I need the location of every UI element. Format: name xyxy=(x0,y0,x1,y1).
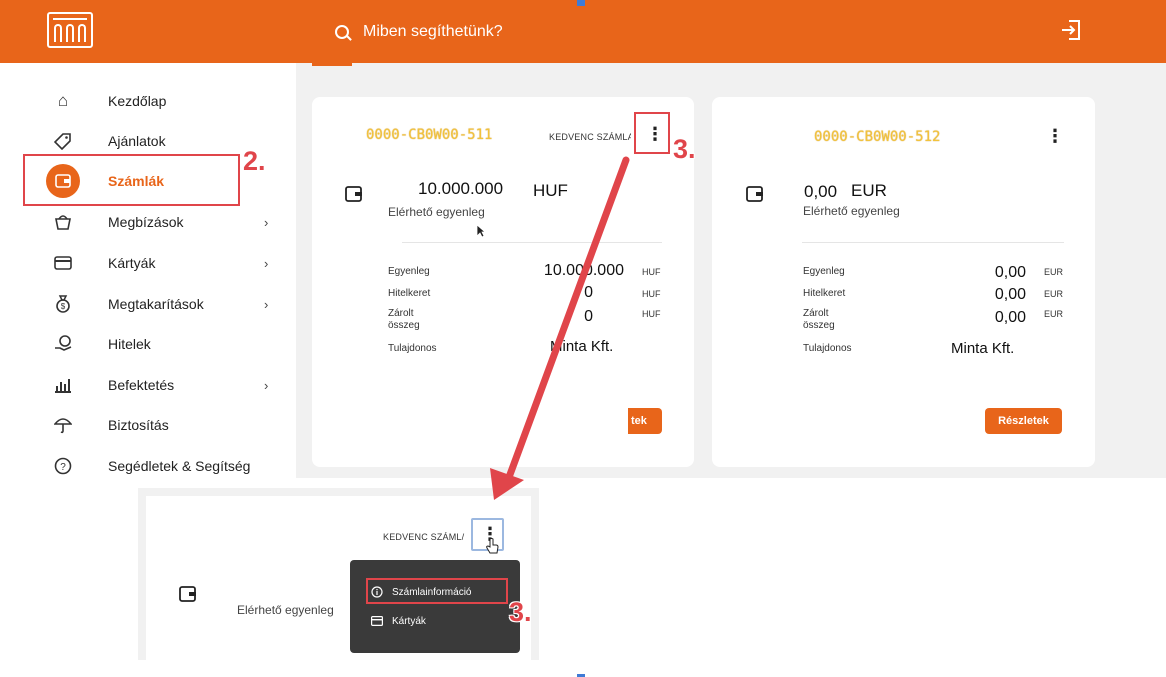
chevron-right-icon: › xyxy=(264,214,269,230)
top-bar: Miben segíthetünk? xyxy=(0,0,1166,63)
account-number: 0000-CB0W00-511 xyxy=(366,127,493,143)
sidebar-item-label: Kártyák xyxy=(108,255,156,271)
hand-coin-icon xyxy=(48,329,78,359)
chevron-right-icon: › xyxy=(264,255,269,271)
sidebar-item-label: Ajánlatok xyxy=(108,133,166,149)
wallet-icon xyxy=(179,586,196,602)
sidebar-item-investment[interactable]: Befektetés › xyxy=(48,370,288,400)
sidebar-item-label: Segédletek & Segítség xyxy=(108,458,251,474)
blocked-amount-label: Zárolt összeg xyxy=(803,308,835,331)
favorite-account-label: KEDVENC SZÁML/ xyxy=(383,532,465,542)
annotation-highlight-account-info xyxy=(366,578,508,604)
card-icon xyxy=(370,616,384,626)
sidebar-item-orders[interactable]: Megbízások › xyxy=(48,207,288,237)
basket-icon xyxy=(48,207,78,237)
hand-pointer-icon xyxy=(486,538,499,554)
balance-row-currency: HUF xyxy=(642,267,661,277)
account-number: 0000-CB0W00-512 xyxy=(814,129,941,145)
search-box[interactable]: Miben segíthetünk? xyxy=(335,20,503,44)
card-icon xyxy=(48,248,78,278)
balance-row-label: Egyenleg xyxy=(803,266,845,277)
selection-handle xyxy=(577,0,585,6)
sidebar-item-label: Megbízások xyxy=(108,214,184,230)
balance-row-currency: EUR xyxy=(1044,267,1064,277)
menu-item-label: Kártyák xyxy=(392,615,426,627)
blocked-amount-label: Zárolt összeg xyxy=(388,308,420,331)
available-balance-label: Elérhető egyenleg xyxy=(237,603,334,617)
sidebar-item-label: Biztosítás xyxy=(108,417,169,433)
sidebar-item-insurance[interactable]: Biztosítás xyxy=(48,410,288,440)
menu-item-cards[interactable]: Kártyák xyxy=(370,611,426,631)
details-button[interactable]: Részletek xyxy=(985,408,1062,434)
annotation-step-3: 3. xyxy=(509,597,532,627)
favorite-account-label: KEDVENC SZÁMLA xyxy=(549,132,631,142)
sidebar-item-savings[interactable]: $ Megtakarítások › xyxy=(48,289,288,319)
chevron-right-icon: › xyxy=(264,377,269,393)
sidebar-item-home[interactable]: ⌂ Kezdőlap xyxy=(48,86,288,116)
credit-limit-label: Hitelkeret xyxy=(388,288,431,299)
help-icon: ? xyxy=(48,451,78,481)
sidebar-item-loans[interactable]: Hitelek xyxy=(48,329,288,359)
search-icon xyxy=(335,25,349,39)
blocked-amount-currency: EUR xyxy=(1044,309,1064,319)
money-bag-icon: $ xyxy=(48,289,78,319)
context-menu: Számlainformáció Kártyák xyxy=(350,560,520,653)
balance-currency: EUR xyxy=(851,181,887,200)
tag-icon xyxy=(48,126,78,156)
logout-icon[interactable] xyxy=(1060,18,1082,42)
blocked-amount-currency: HUF xyxy=(642,309,661,319)
divider xyxy=(802,242,1064,243)
sidebar-item-label: Hitelek xyxy=(108,336,151,352)
credit-limit-currency: HUF xyxy=(642,289,661,299)
annotation-highlight-accounts xyxy=(23,154,240,206)
sidebar-item-help[interactable]: ? Segédletek & Segítség xyxy=(48,451,288,481)
sidebar-item-label: Befektetés xyxy=(108,377,175,393)
chevron-right-icon: › xyxy=(264,296,269,312)
wallet-icon xyxy=(746,186,763,202)
home-icon: ⌂ xyxy=(57,91,69,110)
sidebar-item-label: Kezdőlap xyxy=(108,93,167,109)
available-balance-label: Elérhető egyenleg xyxy=(388,205,485,219)
svg-text:?: ? xyxy=(60,462,66,473)
available-balance-label: Elérhető egyenleg xyxy=(803,204,900,218)
active-tab-indicator xyxy=(312,63,352,66)
annotation-step-2: 2. xyxy=(243,146,266,176)
credit-limit-currency: EUR xyxy=(1044,289,1064,299)
annotation-step-3: 3. xyxy=(673,134,696,164)
owner-label: Tulajdonos xyxy=(803,343,852,354)
blocked-amount-value: 0,00 xyxy=(994,309,1026,326)
balance-row-label: Egyenleg xyxy=(388,266,430,277)
sidebar-item-label: Megtakarítások xyxy=(108,296,204,312)
owner-value: Minta Kft. xyxy=(951,340,1015,357)
more-options-icon[interactable]: ⋮ xyxy=(1046,127,1064,147)
umbrella-icon xyxy=(48,410,78,440)
annotation-highlight-menu xyxy=(634,112,670,154)
credit-limit-label: Hitelkeret xyxy=(803,288,846,299)
wallet-icon xyxy=(345,186,362,202)
available-balance: 0,00 xyxy=(804,182,838,201)
bank-logo-icon[interactable] xyxy=(47,12,93,48)
annotation-arrow xyxy=(490,156,630,500)
svg-text:$: $ xyxy=(61,302,66,311)
search-placeholder: Miben segíthetünk? xyxy=(363,23,503,40)
credit-limit-value: 0,00 xyxy=(994,286,1026,303)
balance-row-value: 0,00 xyxy=(994,264,1026,281)
sidebar-item-cards[interactable]: Kártyák › xyxy=(48,248,288,278)
owner-label: Tulajdonos xyxy=(388,343,437,354)
bar-chart-icon xyxy=(48,370,78,400)
